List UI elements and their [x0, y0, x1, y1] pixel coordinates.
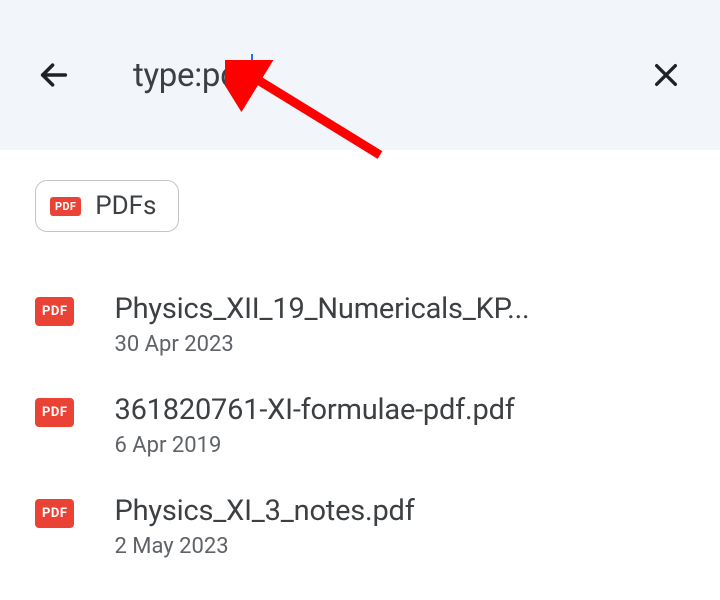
result-text: Physics_XI_3_notes.pdf 2 May 2023 — [114, 494, 685, 559]
back-button[interactable] — [30, 51, 78, 99]
result-date: 6 Apr 2019 — [114, 433, 685, 458]
result-text: 361820761-XI-formulae-pdf.pdf 6 Apr 2019 — [114, 393, 685, 458]
result-title: Physics_XI_3_notes.pdf — [114, 494, 685, 528]
search-content: PDF PDFs PDF Physics_XII_19_Numericals_K… — [0, 150, 720, 577]
results-list: PDF Physics_XII_19_Numericals_KP... 30 A… — [35, 274, 685, 577]
result-item[interactable]: PDF 361820761-XI-formulae-pdf.pdf 6 Apr … — [35, 375, 685, 476]
search-query-text: type:pdf — [133, 56, 250, 95]
pdf-icon: PDF — [35, 300, 74, 319]
pdf-icon: PDF — [50, 197, 81, 216]
result-text: Physics_XII_19_Numericals_KP... 30 Apr 2… — [114, 292, 685, 357]
arrow-left-icon — [37, 58, 71, 92]
result-title: 361820761-XI-formulae-pdf.pdf — [114, 393, 685, 427]
result-item[interactable]: PDF Physics_XII_19_Numericals_KP... 30 A… — [35, 274, 685, 375]
result-title: Physics_XII_19_Numericals_KP... — [114, 292, 685, 326]
filter-chip-pdfs[interactable]: PDF PDFs — [35, 180, 179, 232]
result-item[interactable]: PDF Physics_XI_3_notes.pdf 2 May 2023 — [35, 476, 685, 577]
close-icon — [650, 59, 682, 91]
pdf-icon: PDF — [35, 502, 74, 521]
pdf-icon: PDF — [35, 401, 74, 420]
result-date: 30 Apr 2023 — [114, 332, 685, 357]
clear-search-button[interactable] — [642, 51, 690, 99]
result-date: 2 May 2023 — [114, 534, 685, 559]
search-header: type:pdf — [0, 0, 720, 150]
filter-chip-label: PDFs — [95, 191, 156, 221]
search-input[interactable]: type:pdf — [133, 56, 642, 95]
text-cursor — [251, 54, 254, 90]
